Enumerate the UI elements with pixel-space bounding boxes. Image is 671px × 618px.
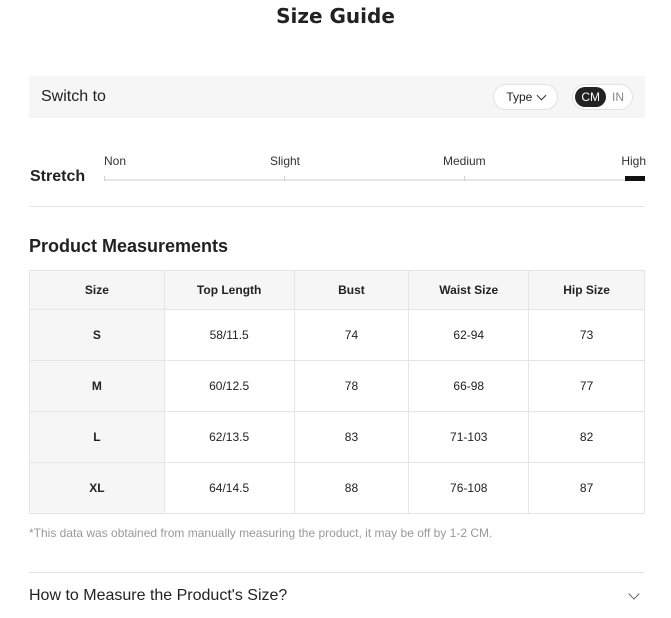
table-cell: 82 <box>528 411 645 463</box>
unit-in-button[interactable]: IN <box>606 87 630 107</box>
table-row: L 62/13.5 83 71-103 82 <box>29 411 645 463</box>
table-cell: 73 <box>528 309 645 361</box>
how-to-measure-label: How to Measure the Product's Size? <box>29 586 288 604</box>
chevron-down-icon <box>536 90 547 100</box>
table-cell: 62-94 <box>408 309 530 361</box>
stretch-level-high: High <box>621 154 646 168</box>
type-label: Type <box>506 90 533 104</box>
table-cell: 77 <box>528 360 645 412</box>
measurements-table: Size Top Length Bust Waist Size Hip Size… <box>29 270 645 514</box>
table-header-row: Size Top Length Bust Waist Size Hip Size <box>29 270 645 310</box>
divider <box>29 206 645 207</box>
type-dropdown[interactable]: Type <box>493 84 559 110</box>
size-cell: L <box>29 411 165 463</box>
stretch-tick <box>464 176 465 181</box>
stretch-indicator <box>625 176 645 181</box>
stretch-level-slight: Slight <box>270 154 301 168</box>
page-title: Size Guide <box>276 4 395 28</box>
how-to-measure-accordion[interactable]: How to Measure the Product's Size? <box>29 573 645 618</box>
stretch-level-non: Non <box>104 154 127 168</box>
table-row: S 58/11.5 74 62-94 73 <box>29 309 645 361</box>
size-cell: XL <box>29 462 165 514</box>
table-cell: 88 <box>293 462 410 514</box>
measurements-title: Product Measurements <box>29 236 229 256</box>
table-cell: 76-108 <box>408 462 530 514</box>
stretch-tick <box>104 176 105 181</box>
table-cell: 64/14.5 <box>163 462 295 514</box>
chevron-down-icon <box>628 587 640 600</box>
switch-label: Switch to <box>41 88 106 105</box>
table-cell: 66-98 <box>408 360 530 412</box>
table-cell: 60/12.5 <box>163 360 295 412</box>
unit-switch-bar: Switch to Type CM IN <box>29 76 645 118</box>
stretch-levels: Non Slight Medium High <box>104 154 646 168</box>
table-cell: 71-103 <box>408 411 530 463</box>
stretch-label: Stretch <box>30 168 86 185</box>
table-cell: 58/11.5 <box>163 309 295 361</box>
table-row: M 60/12.5 78 66-98 77 <box>29 360 645 412</box>
table-cell: 83 <box>293 411 410 463</box>
stretch-scale <box>104 176 645 181</box>
table-cell: 87 <box>528 462 645 514</box>
size-cell: M <box>29 360 165 412</box>
stretch-level-medium: Medium <box>443 154 486 168</box>
table-cell: 74 <box>293 309 410 361</box>
table-cell: 62/13.5 <box>163 411 295 463</box>
size-cell: S <box>29 309 165 361</box>
measurement-note: *This data was obtained from manually me… <box>29 526 493 540</box>
table-cell: 78 <box>293 360 410 412</box>
stretch-tick <box>284 176 285 181</box>
unit-cm-button[interactable]: CM <box>575 87 606 107</box>
column-header: Hip Size <box>528 270 645 310</box>
column-header: Size <box>29 270 165 310</box>
table-row: XL 64/14.5 88 76-108 87 <box>29 462 645 514</box>
column-header: Bust <box>293 270 410 310</box>
column-header: Waist Size <box>408 270 530 310</box>
unit-toggle: CM IN <box>572 84 633 110</box>
column-header: Top Length <box>163 270 295 310</box>
